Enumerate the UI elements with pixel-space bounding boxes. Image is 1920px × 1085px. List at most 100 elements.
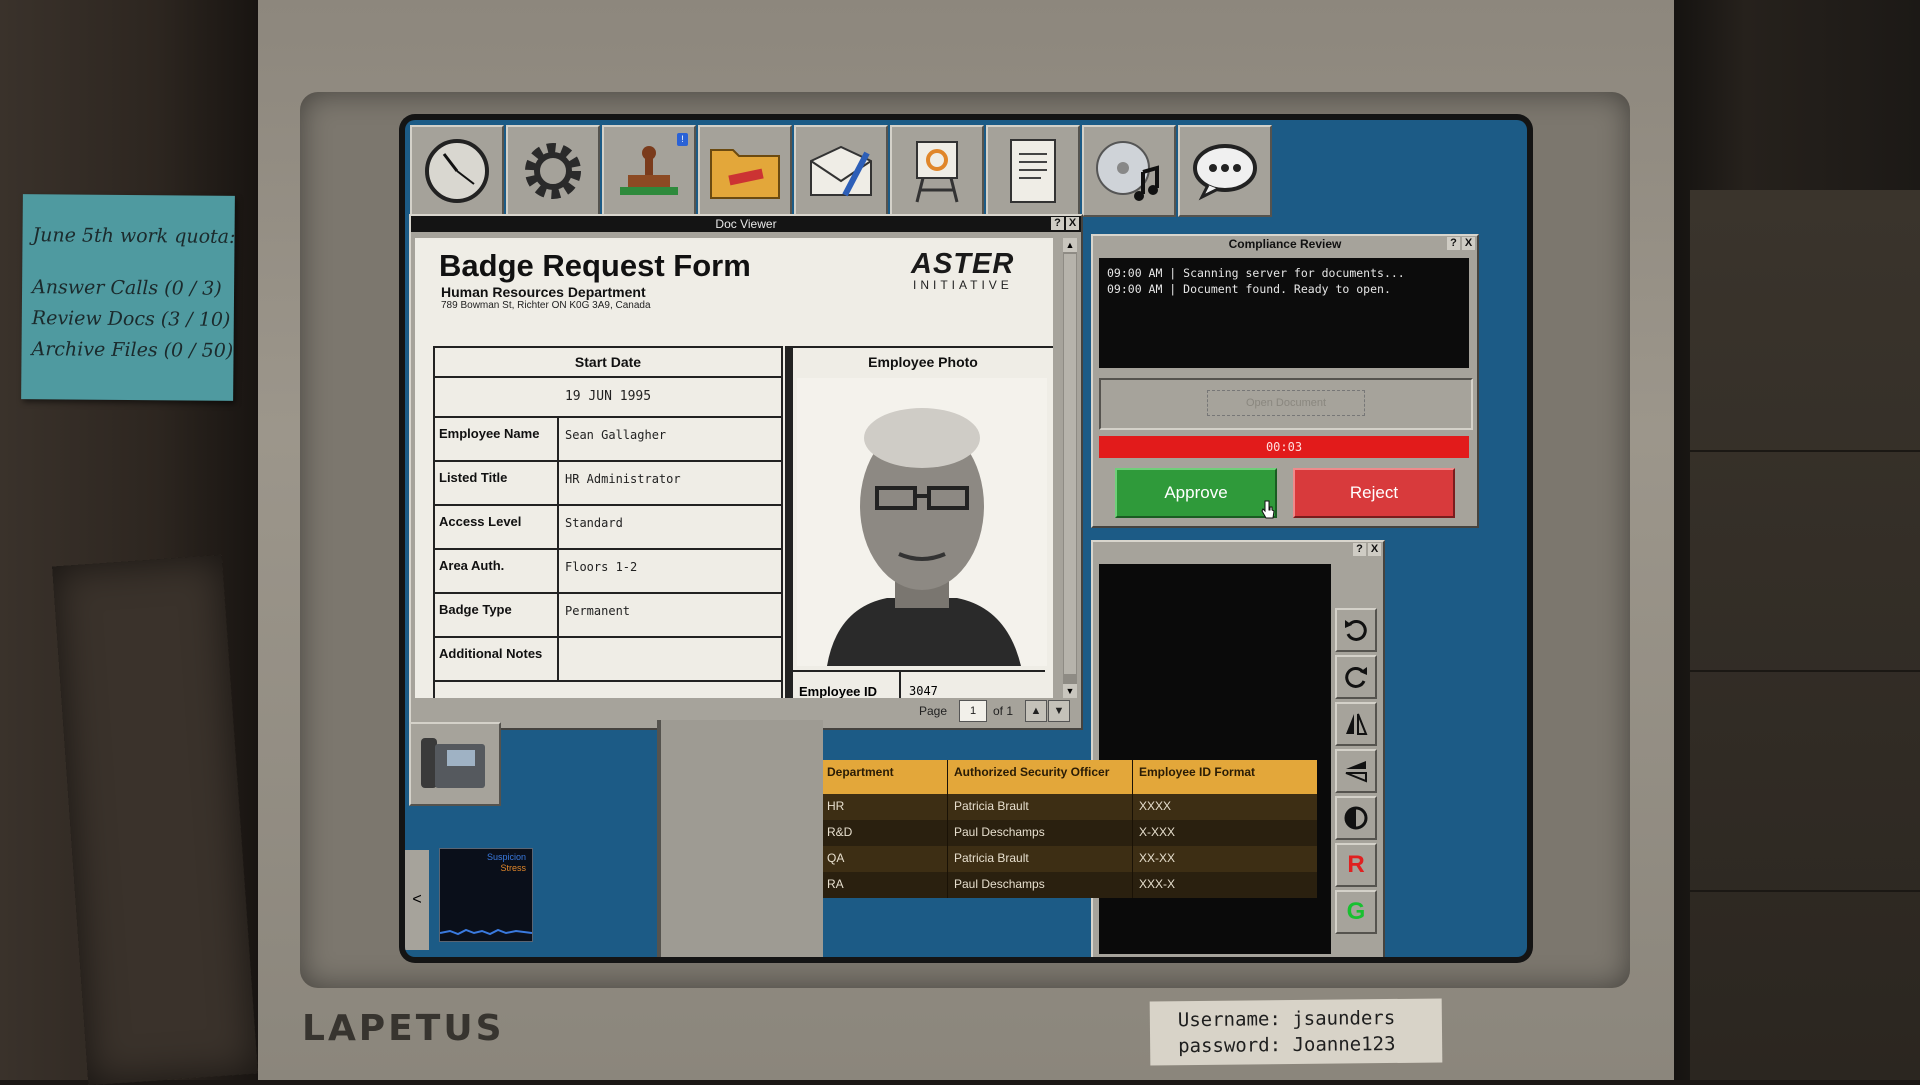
table-header-row: Department Authorized Security Officer E… <box>821 760 1317 794</box>
form-fields-grid: Start Date 19 JUN 1995 Employee Name Sea… <box>433 346 783 698</box>
red-channel-button[interactable]: R <box>1335 843 1377 887</box>
column-header: Authorized Security Officer <box>948 760 1133 794</box>
page-down-button[interactable]: ▼ <box>1048 700 1070 722</box>
field-label: Additional Notes <box>435 638 559 680</box>
reject-button[interactable]: Reject <box>1293 468 1455 518</box>
review-timer: 00:03 <box>1099 436 1469 458</box>
scan-log-console: 09:00 AM | Scanning server for documents… <box>1099 258 1469 368</box>
doc-scrollbar[interactable]: ▲ ▼ <box>1063 238 1077 698</box>
username-text: Username: jsaunders <box>1177 1006 1396 1032</box>
open-document-button[interactable]: Open Document <box>1099 378 1473 430</box>
form-row: Additional Notes <box>435 638 781 682</box>
column-header: Department <box>821 760 948 794</box>
contrast-button[interactable] <box>1335 796 1377 840</box>
field-value <box>559 638 781 680</box>
table-cell: QA <box>821 846 948 872</box>
field-label: Employee Name <box>435 418 559 460</box>
column-header: Employee ID Format <box>1139 765 1256 779</box>
chat-button[interactable] <box>1178 125 1272 217</box>
stamp-button[interactable]: ! <box>602 125 696 217</box>
settings-button[interactable] <box>506 125 600 217</box>
presentation-icon <box>915 141 959 203</box>
flip-horizontal-button[interactable] <box>1335 702 1377 746</box>
close-button[interactable]: X <box>1462 237 1475 250</box>
table-cell: XXXX <box>1139 799 1172 813</box>
hand-cursor-icon <box>1261 500 1275 519</box>
green-channel-button[interactable]: G <box>1335 890 1377 934</box>
page-number-input[interactable]: 1 <box>959 700 987 722</box>
app-toolbar: ! <box>410 125 1272 217</box>
approve-button[interactable]: Approve <box>1115 468 1277 518</box>
field-label: Area Auth. <box>435 550 559 592</box>
log-line: 09:00 AM | Document found. Ready to open… <box>1107 282 1391 296</box>
document-button[interactable] <box>986 125 1080 217</box>
table-cell: RA <box>821 872 948 898</box>
scroll-thumb[interactable] <box>1064 254 1076 674</box>
flip-vertical-icon <box>1345 761 1367 783</box>
field-value: Floors 1-2 <box>565 560 638 574</box>
music-button[interactable] <box>1082 125 1176 217</box>
flip-vertical-button[interactable] <box>1335 749 1377 793</box>
close-button[interactable]: X <box>1066 217 1079 230</box>
table-row: QA Patricia Brault XX-XX <box>821 846 1317 872</box>
stress-monitor-widget: Suspicion Stress <box>439 848 533 942</box>
music-disc-icon <box>1096 141 1159 201</box>
rotate-right-icon <box>1345 666 1367 688</box>
quota-title: June 5th work quota: <box>32 224 236 248</box>
password-text: password: Joanne123 <box>1178 1032 1396 1058</box>
quota-item: Review Docs (3 / 10) <box>31 307 231 331</box>
help-button[interactable]: ? <box>1353 543 1366 556</box>
close-button[interactable]: X <box>1368 543 1381 556</box>
employee-id-value: 3047 <box>909 684 938 698</box>
clock-button[interactable] <box>410 125 504 217</box>
start-date-label: Start Date <box>435 348 781 378</box>
scroll-down-arrow[interactable]: ▼ <box>1063 684 1077 698</box>
image-tools-titlebar[interactable]: ? X <box>1093 542 1383 558</box>
doc-viewer-titlebar[interactable]: Doc Viewer ? X <box>411 216 1081 232</box>
compliance-titlebar[interactable]: Compliance Review ? X <box>1093 236 1477 252</box>
rotate-left-icon <box>1345 619 1367 641</box>
clock-icon <box>425 139 489 203</box>
collapse-panel-button[interactable]: < <box>405 850 429 950</box>
table-cell: XX-XX <box>1139 851 1176 865</box>
employee-id-row: Employee ID 3047 <box>793 670 1045 698</box>
maintenance-folder-button[interactable] <box>698 125 792 217</box>
page-up-button[interactable]: ▲ <box>1025 700 1047 722</box>
form-title: Badge Request Form <box>439 248 751 283</box>
flip-horizontal-icon <box>1346 713 1368 735</box>
compliance-review-window: Compliance Review ? X 09:00 AM | Scannin… <box>1091 234 1479 528</box>
gear-icon <box>525 143 581 199</box>
background-window-strip <box>657 720 823 957</box>
photo-label: Employee Photo <box>868 354 978 370</box>
mail-button[interactable] <box>794 125 888 217</box>
phone-button[interactable] <box>409 722 501 806</box>
compliance-title: Compliance Review <box>1228 237 1342 251</box>
field-value: HR Administrator <box>565 472 681 486</box>
table-cell: XXX-X <box>1139 877 1176 891</box>
clipboard <box>52 554 258 1085</box>
field-value: Sean Gallagher <box>565 428 667 442</box>
form-department: Human Resources Department <box>441 284 646 300</box>
department-reference-table: Department Authorized Security Officer E… <box>821 760 1317 898</box>
table-row: HR Patricia Brault XXXX <box>821 794 1317 820</box>
table-row: R&D Paul Deschamps X-XXX <box>821 820 1317 846</box>
help-button[interactable]: ? <box>1051 217 1064 230</box>
page-count: of 1 <box>993 704 1014 718</box>
log-line: 09:00 AM | Scanning server for documents… <box>1107 266 1405 280</box>
table-cell: X-XXX <box>1139 825 1176 839</box>
badge-request-form: Badge Request Form Human Resources Depar… <box>415 238 1053 698</box>
doc-viewer-title: Doc Viewer <box>715 217 777 231</box>
table-cell: Patricia Brault <box>948 846 1133 872</box>
field-label: Access Level <box>435 506 559 548</box>
monitor-brand-logo: LAPETUS <box>302 1008 505 1049</box>
scroll-up-arrow[interactable]: ▲ <box>1063 238 1077 252</box>
filing-cabinet <box>1690 190 1920 1080</box>
start-date-value: 19 JUN 1995 <box>435 378 781 418</box>
quota-sticky-note: June 5th work quota: Answer Calls (0 / 3… <box>21 194 236 401</box>
rotate-left-button[interactable] <box>1335 608 1377 652</box>
presentation-button[interactable] <box>890 125 984 217</box>
rotate-right-button[interactable] <box>1335 655 1377 699</box>
help-button[interactable]: ? <box>1447 237 1460 250</box>
page-label: Page <box>919 704 948 718</box>
employee-id-label: Employee ID <box>793 672 901 698</box>
